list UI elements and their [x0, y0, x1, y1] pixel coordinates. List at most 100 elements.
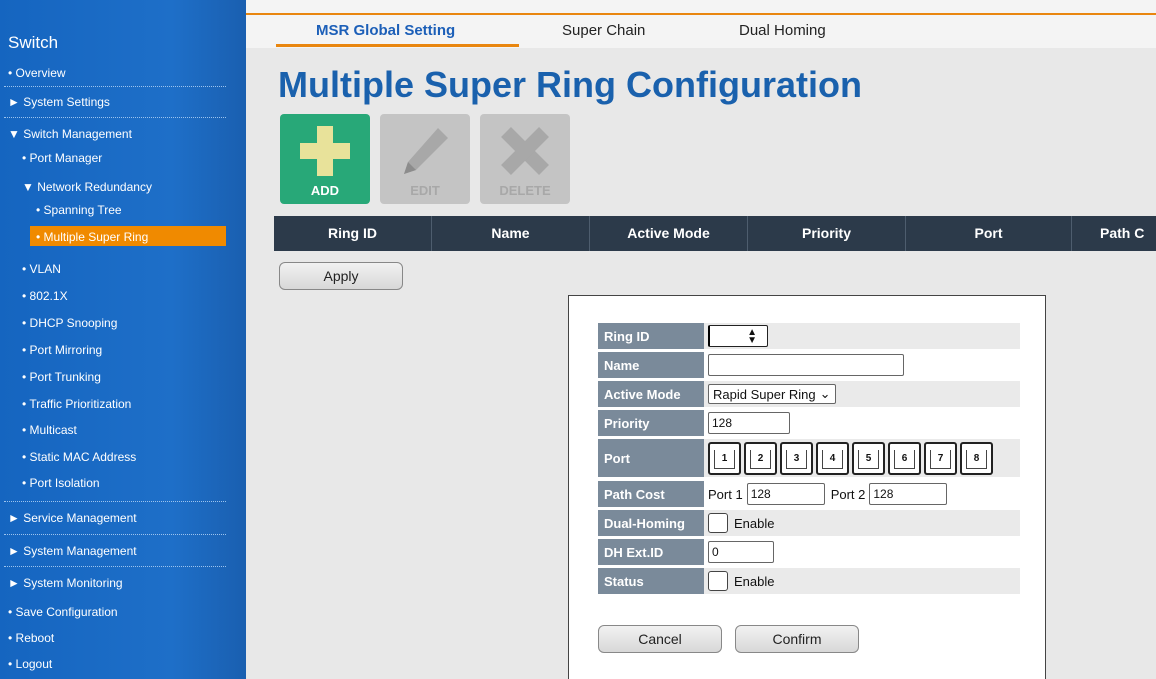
- port-5-icon[interactable]: 5: [852, 441, 885, 475]
- tab-msr-global-setting[interactable]: MSR Global Setting: [316, 22, 455, 39]
- sidebar-item-service-management[interactable]: ► Service Management: [8, 511, 137, 525]
- port-number: 2: [757, 452, 764, 464]
- form-row-dual-homing: Dual-Homing Enable: [598, 510, 1020, 536]
- sidebar-item-port-manager[interactable]: • Port Manager: [22, 151, 102, 165]
- plus-icon: [300, 126, 350, 176]
- column-header-ring-id[interactable]: Ring ID: [274, 216, 432, 251]
- sidebar-item-logout[interactable]: • Logout: [8, 657, 52, 671]
- column-header-name[interactable]: Name: [432, 216, 590, 251]
- sidebar-item-spanning-tree[interactable]: • Spanning Tree: [36, 203, 122, 217]
- top-accent-line: [246, 13, 1156, 15]
- sidebar-item-vlan[interactable]: • VLAN: [22, 262, 61, 276]
- port-number: 6: [901, 452, 908, 464]
- port-number: 5: [865, 452, 872, 464]
- form-row-dh-ext-id: DH Ext.ID: [598, 539, 1020, 565]
- form-row-priority: Priority: [598, 410, 1020, 436]
- port-4-icon[interactable]: 4: [816, 441, 849, 475]
- x-icon: [501, 127, 549, 175]
- edit-button-label: EDIT: [410, 183, 440, 198]
- sidebar-item-port-trunking[interactable]: • Port Trunking: [22, 370, 101, 384]
- port-number: 3: [793, 452, 800, 464]
- sidebar-item-system-monitoring[interactable]: ► System Monitoring: [8, 576, 123, 590]
- port-2-icon[interactable]: 2: [744, 441, 777, 475]
- column-header-active-mode[interactable]: Active Mode: [590, 216, 748, 251]
- sidebar-separator: [4, 501, 226, 502]
- port-label: Port: [598, 439, 704, 477]
- dual-homing-checkbox[interactable]: [708, 513, 728, 533]
- port1-label: Port 1: [708, 486, 743, 502]
- form-row-name: Name: [598, 352, 1020, 378]
- pencil-icon: [404, 128, 448, 174]
- sidebar-item-system-settings[interactable]: ► System Settings: [8, 95, 110, 109]
- confirm-button[interactable]: Confirm: [735, 625, 859, 653]
- status-checkbox[interactable]: [708, 571, 728, 591]
- spinner-arrows-icon[interactable]: ▲ ▼: [747, 328, 757, 346]
- sidebar-item-system-management[interactable]: ► System Management: [8, 544, 137, 558]
- sidebar-item-dhcp-snooping[interactable]: • DHCP Snooping: [22, 316, 117, 330]
- port-3-icon[interactable]: 3: [780, 441, 813, 475]
- sidebar-item-network-redundancy[interactable]: ▼ Network Redundancy: [22, 180, 152, 194]
- ring-id-spinner[interactable]: ▲ ▼: [708, 325, 768, 347]
- name-input[interactable]: [708, 354, 904, 376]
- sidebar-item-reboot[interactable]: • Reboot: [8, 631, 54, 645]
- sidebar: Switch • Overview ► System Settings ▼ Sw…: [0, 0, 246, 679]
- tab-super-chain[interactable]: Super Chain: [562, 22, 645, 39]
- apply-button[interactable]: Apply: [279, 262, 403, 290]
- sidebar-title: Switch: [8, 33, 59, 52]
- status-label: Status: [598, 568, 704, 594]
- active-mode-select[interactable]: Rapid Super Ring ⌄: [708, 384, 836, 404]
- column-header-priority[interactable]: Priority: [748, 216, 906, 251]
- delete-button[interactable]: DELETE: [480, 114, 570, 204]
- name-label: Name: [598, 352, 704, 378]
- dual-homing-enable-label: Enable: [734, 515, 775, 531]
- port-number: 7: [937, 452, 944, 464]
- port2-label: Port 2: [830, 486, 866, 502]
- ring-id-label: Ring ID: [598, 323, 704, 349]
- priority-input[interactable]: [708, 412, 790, 434]
- add-button[interactable]: ADD: [280, 114, 370, 204]
- tab-dual-homing[interactable]: Dual Homing: [739, 22, 826, 39]
- port-1-icon[interactable]: 1: [708, 441, 741, 475]
- dual-homing-label: Dual-Homing: [598, 510, 704, 536]
- port-7-icon[interactable]: 7: [924, 441, 957, 475]
- sidebar-item-8021x[interactable]: • 802.1X: [22, 289, 68, 303]
- column-header-path-cost[interactable]: Path C: [1072, 216, 1156, 251]
- port-number: 1: [721, 452, 728, 464]
- active-mode-label: Active Mode: [598, 381, 704, 407]
- edit-button[interactable]: EDIT: [380, 114, 470, 204]
- form-row-path-cost: Path Cost Port 1 Port 2: [598, 481, 1020, 507]
- sidebar-item-overview[interactable]: • Overview: [8, 66, 66, 80]
- sidebar-separator: [4, 566, 226, 567]
- add-button-label: ADD: [310, 183, 340, 198]
- sidebar-item-port-isolation[interactable]: • Port Isolation: [22, 476, 100, 490]
- column-header-port[interactable]: Port: [906, 216, 1072, 251]
- form-row-status: Status Enable: [598, 568, 1020, 594]
- sidebar-item-port-mirroring[interactable]: • Port Mirroring: [22, 343, 102, 357]
- priority-label: Priority: [598, 410, 704, 436]
- dh-ext-id-label: DH Ext.ID: [598, 539, 704, 565]
- dh-ext-id-input[interactable]: [708, 541, 774, 563]
- sidebar-item-save-configuration[interactable]: • Save Configuration: [8, 605, 118, 619]
- sidebar-item-switch-management[interactable]: ▼ Switch Management: [8, 127, 132, 141]
- port-6-icon[interactable]: 6: [888, 441, 921, 475]
- path-cost-port1-input[interactable]: [746, 483, 825, 505]
- sidebar-separator: [4, 534, 226, 535]
- sidebar-item-static-mac-address[interactable]: • Static MAC Address: [22, 450, 136, 464]
- top-tab-bar: MSR Global Setting Super Chain Dual Homi…: [246, 0, 1156, 48]
- path-cost-port2-input[interactable]: [869, 483, 948, 505]
- page-title: Multiple Super Ring Configuration: [278, 64, 862, 105]
- cancel-button[interactable]: Cancel: [598, 625, 722, 653]
- active-tab-underline: [276, 44, 519, 47]
- form-row-active-mode: Active Mode Rapid Super Ring ⌄: [598, 381, 1020, 407]
- sidebar-item-multicast[interactable]: • Multicast: [22, 423, 77, 437]
- delete-button-label: DELETE: [499, 183, 551, 198]
- sidebar-separator: [4, 86, 226, 87]
- chevron-down-icon: ⌄: [819, 386, 831, 401]
- port-8-icon[interactable]: 8: [960, 441, 993, 475]
- port-number: 4: [829, 452, 836, 464]
- sidebar-item-multiple-super-ring[interactable]: • Multiple Super Ring: [36, 230, 148, 244]
- form-row-ring-id: Ring ID ▲ ▼: [598, 323, 1020, 349]
- add-ring-dialog: Ring ID ▲ ▼ Name Active Mode Rapid Super …: [568, 295, 1046, 679]
- sidebar-item-traffic-prioritization[interactable]: • Traffic Prioritization: [22, 397, 131, 411]
- ring-table-header: Ring ID Name Active Mode Priority Port P…: [274, 216, 1156, 251]
